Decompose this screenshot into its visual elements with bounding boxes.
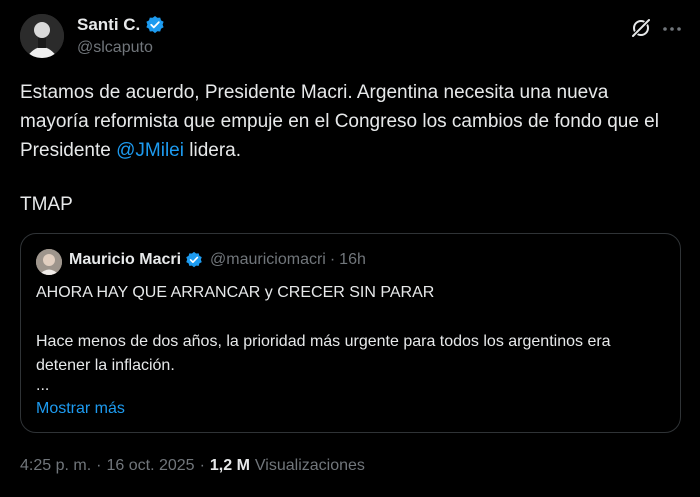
meta-separator: · xyxy=(199,457,205,474)
views-label[interactable]: Visualizaciones xyxy=(255,457,365,475)
quoted-text-paragraph: Hace menos de dos años, la prioridad más… xyxy=(36,333,611,374)
views-count[interactable]: 1,2 M xyxy=(210,457,250,475)
author-handle[interactable]: @slcaputo xyxy=(77,39,153,57)
show-more-link[interactable]: Mostrar más xyxy=(36,400,125,418)
quoted-header: Mauricio Macri @mauriciomacri · 16h xyxy=(69,251,366,269)
avatar-photo-icon xyxy=(36,249,62,275)
more-options-icon[interactable] xyxy=(661,19,683,39)
quoted-author-avatar[interactable] xyxy=(36,249,62,275)
verified-badge-icon xyxy=(145,15,165,35)
tweet-date[interactable]: 16 oct. 2025 xyxy=(106,457,194,475)
quoted-text-ellipsis: ... xyxy=(36,377,50,394)
tweet-text-part2: lidera. xyxy=(183,140,242,161)
quoted-author-handle[interactable]: @mauriciomacri xyxy=(210,251,326,269)
quoted-separator: · xyxy=(329,251,336,268)
quoted-tweet[interactable]: Mauricio Macri @mauriciomacri · 16h AHOR… xyxy=(20,233,681,433)
grok-icon[interactable] xyxy=(630,17,652,39)
tweet: Santi C. @slcaputo Estamos de acuerdo, P… xyxy=(0,0,700,497)
tweet-text: Estamos de acuerdo, Presidente Macri. Ar… xyxy=(20,78,680,165)
tweet-text-tmap: TMAP xyxy=(20,194,73,215)
author-name[interactable]: Santi C. xyxy=(77,15,140,35)
author-name-row: Santi C. xyxy=(77,15,165,35)
tweet-meta: 4:25 p. m. · 16 oct. 2025 · 1,2 M Visual… xyxy=(20,457,365,475)
mention-link[interactable]: @JMilei xyxy=(116,140,184,161)
quoted-time[interactable]: 16h xyxy=(339,251,366,269)
verified-badge-icon xyxy=(185,251,203,269)
author-avatar[interactable] xyxy=(20,14,64,58)
avatar-photo-icon xyxy=(20,14,64,58)
tweet-time[interactable]: 4:25 p. m. xyxy=(20,457,91,475)
quoted-author-name[interactable]: Mauricio Macri xyxy=(69,251,181,269)
quoted-text-line1: AHORA HAY QUE ARRANCAR y CRECER SIN PARA… xyxy=(36,284,435,301)
meta-separator: · xyxy=(96,457,102,474)
